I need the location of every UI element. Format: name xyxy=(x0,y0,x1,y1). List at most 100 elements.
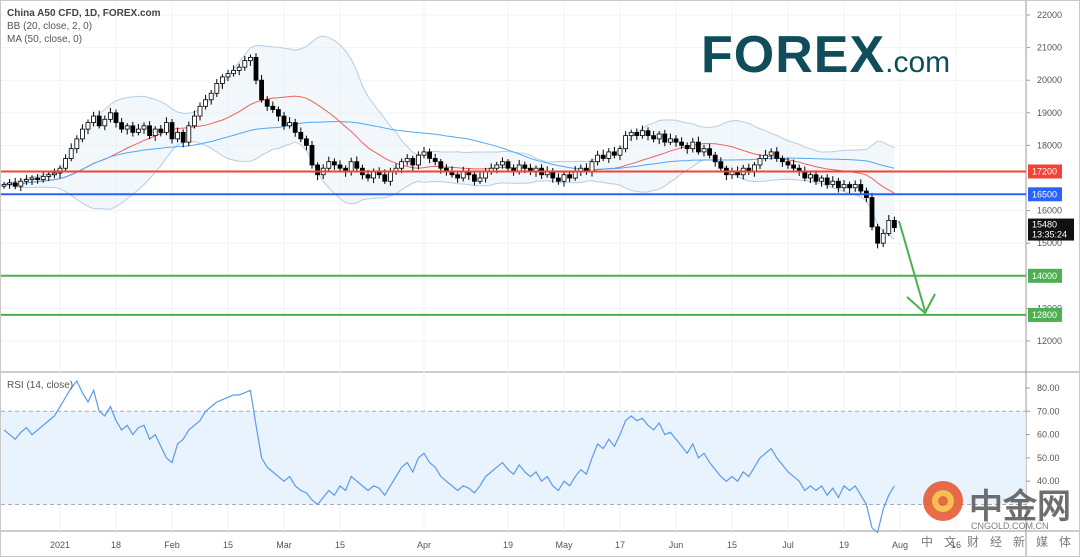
ma-indicator-label[interactable]: MA (50, close, 0) xyxy=(7,33,161,46)
candle-up xyxy=(225,73,231,78)
candle-down xyxy=(147,125,153,137)
candle-down xyxy=(684,144,690,150)
candle-down xyxy=(813,174,819,182)
logo-suffix: .com xyxy=(885,46,951,79)
time-tick-label: 17 xyxy=(615,540,625,550)
rsi-tick-label: 50.00 xyxy=(1037,453,1060,463)
candle-up xyxy=(623,135,628,150)
candle-up xyxy=(287,122,293,127)
candle-down xyxy=(634,131,640,137)
candle-down xyxy=(180,131,186,143)
candle-down xyxy=(119,122,124,130)
candle-down xyxy=(35,177,40,181)
candle-down xyxy=(259,79,265,101)
level-tag-label: 16500 xyxy=(1032,189,1057,199)
candle-up xyxy=(1,184,7,187)
candle-up xyxy=(387,171,393,182)
candle-up xyxy=(152,128,158,137)
candle-down xyxy=(673,138,679,143)
candle-up xyxy=(589,161,595,172)
candle-down xyxy=(567,174,572,179)
candle-up xyxy=(808,174,813,179)
candle-down xyxy=(158,128,164,133)
candle-down xyxy=(365,174,371,179)
candle-down xyxy=(270,105,276,110)
price-tick-label: 18000 xyxy=(1037,140,1062,150)
level-tag-label: 12800 xyxy=(1032,310,1057,320)
price-tick-label: 12000 xyxy=(1037,336,1062,346)
candle-up xyxy=(421,151,427,156)
candle-up xyxy=(40,175,46,181)
forex-logo: FOREX.com xyxy=(701,25,950,85)
candle-up xyxy=(852,184,858,189)
candle-up xyxy=(494,164,500,169)
bb-indicator-label[interactable]: BB (20, close, 2, 0) xyxy=(7,20,161,33)
candle-down xyxy=(382,174,388,182)
candle-up xyxy=(690,141,696,150)
candle-up xyxy=(141,125,147,130)
candle-down xyxy=(410,158,416,166)
candle-down xyxy=(869,197,875,228)
candle-up xyxy=(91,115,96,123)
candle-down xyxy=(858,184,864,192)
candle-up xyxy=(214,83,220,94)
candle-down xyxy=(298,131,304,140)
candle-down xyxy=(774,151,780,159)
candle-up xyxy=(197,105,203,117)
symbol-title: China A50 CFD, 1D, FOREX.com xyxy=(7,8,161,19)
candle-down xyxy=(331,161,337,166)
candle-down xyxy=(253,56,259,81)
candle-down xyxy=(651,135,656,140)
candle-up xyxy=(757,158,763,166)
candle-up xyxy=(247,56,253,62)
candle-down xyxy=(337,164,343,169)
candle-down xyxy=(303,138,309,146)
rsi-tick-label: 80.00 xyxy=(1037,383,1060,393)
rsi-indicator-label[interactable]: RSI (14, close) xyxy=(7,379,73,392)
candle-down xyxy=(712,154,718,163)
candle-up xyxy=(124,125,130,130)
watermark-url: CNGOLD.COM.CN xyxy=(971,521,1049,531)
candle-down xyxy=(292,122,298,133)
candle-down xyxy=(471,174,477,182)
candle-up xyxy=(880,233,886,244)
candle-up xyxy=(561,174,567,182)
candle-up xyxy=(80,128,85,140)
candle-up xyxy=(74,138,80,150)
candle-down xyxy=(662,133,668,143)
level-tag-label: 14000 xyxy=(1032,271,1057,281)
candle-up xyxy=(7,182,12,185)
candle-up xyxy=(656,133,662,140)
time-tick-label: 2021 xyxy=(50,540,70,550)
candle-up xyxy=(606,151,612,159)
candle-down xyxy=(427,151,433,159)
time-tick-label: Aug xyxy=(892,540,908,550)
candle-down xyxy=(275,109,281,117)
candle-up xyxy=(29,177,35,181)
candle-down xyxy=(780,158,785,163)
candle-up xyxy=(203,99,209,107)
price-tick-label: 20000 xyxy=(1037,75,1062,85)
candle-down xyxy=(679,141,684,146)
candle-down xyxy=(169,122,175,140)
candle-up xyxy=(819,177,824,182)
candle-down xyxy=(875,226,880,244)
candle-down xyxy=(96,115,102,127)
time-tick-label: Mar xyxy=(276,540,292,550)
candle-down xyxy=(438,161,444,169)
candle-down xyxy=(315,164,321,176)
time-tick-label: 15 xyxy=(223,540,233,550)
candle-down xyxy=(892,219,897,228)
candle-up xyxy=(23,179,29,182)
candle-down xyxy=(718,161,724,169)
time-tick-label: 18 xyxy=(111,540,121,550)
candle-up xyxy=(191,115,197,127)
candle-up xyxy=(18,180,24,187)
candle-up xyxy=(163,122,169,133)
candle-down xyxy=(612,151,617,156)
candle-up xyxy=(668,138,673,143)
candle-down xyxy=(264,99,270,107)
candle-down xyxy=(281,115,287,127)
candle-up xyxy=(208,92,214,101)
countdown-label: 13:35:24 xyxy=(1032,230,1067,240)
